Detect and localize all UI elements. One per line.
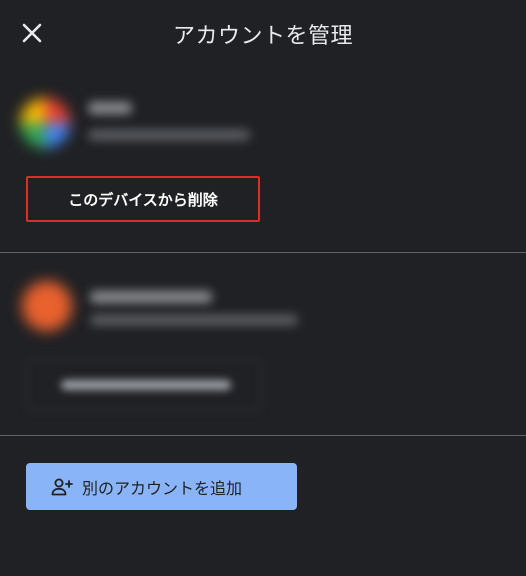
account-avatar [20, 98, 70, 148]
account-email [90, 315, 298, 325]
account-name [90, 291, 212, 303]
add-account-label: 別のアカウントを追加 [82, 478, 243, 498]
account-avatar [22, 281, 72, 331]
account-email [88, 130, 250, 140]
page-title: アカウントを管理 [172, 24, 353, 49]
header: アカウントを管理 [0, 0, 526, 66]
account-action-button[interactable] [26, 359, 262, 411]
divider [0, 435, 526, 436]
add-person-icon [50, 475, 74, 499]
add-account-button[interactable]: 別のアカウントを追加 [26, 463, 297, 510]
account-entry [0, 253, 526, 435]
account-entry: このデバイスから削除 [0, 80, 526, 252]
remove-from-device-button[interactable]: このデバイスから削除 [26, 176, 260, 222]
account-name [88, 102, 132, 114]
